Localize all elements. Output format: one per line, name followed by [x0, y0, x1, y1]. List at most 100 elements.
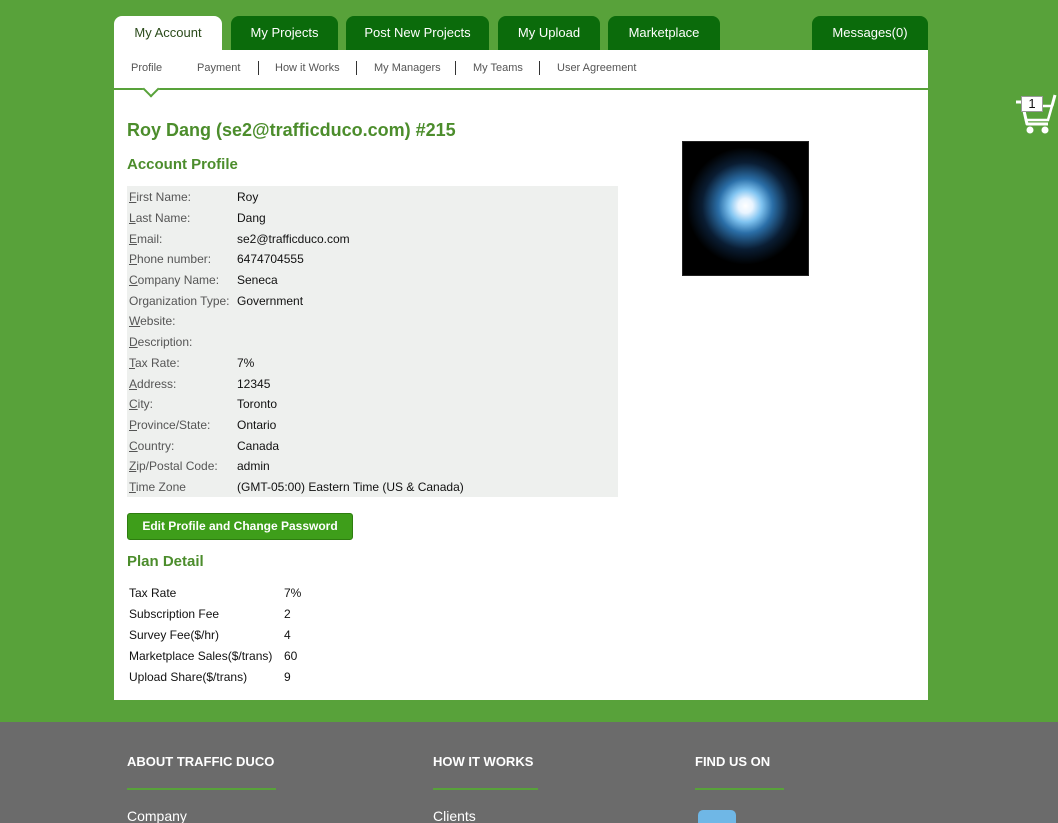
profile-label: Province/State: [127, 418, 237, 432]
profile-row: Organization Type: Government [127, 290, 618, 311]
profile-value: Canada [237, 438, 280, 453]
profile-label-text: ebsite: [140, 314, 176, 329]
tab-my-projects[interactable]: My Projects [231, 16, 338, 50]
content-panel: Profile Payment How it Works My Managers… [114, 50, 928, 700]
subnav-separator [356, 61, 357, 75]
profile-label: Company Name: [127, 273, 237, 287]
plan-row: Tax Rate 7% [129, 583, 301, 604]
profile-label-accesskey: C [129, 438, 138, 453]
profile-label-text: irst Name: [136, 190, 192, 205]
profile-label-accesskey: E [129, 231, 138, 246]
footer-find-title: FIND US ON [695, 754, 771, 769]
profile-label: Description: [127, 335, 237, 349]
plan-row: Subscription Fee 2 [129, 604, 301, 625]
profile-label: City: [127, 397, 237, 411]
subnav-separator [258, 61, 259, 75]
profile-row: Zip/Postal Code: admin [127, 456, 618, 477]
tab-my-account[interactable]: My Account [114, 16, 222, 50]
plan-label: Subscription Fee [129, 607, 220, 622]
avatar-image [685, 144, 806, 273]
profile-label-text: hone number: [137, 252, 212, 267]
profile-label: Website: [127, 314, 237, 328]
plan-label: Survey Fee($/hr) [129, 627, 220, 642]
social-icon[interactable] [698, 810, 736, 823]
subnav-payment[interactable]: Payment [197, 62, 240, 74]
profile-label-text: Organization Type: [129, 293, 230, 308]
profile-label-accesskey: W [129, 314, 141, 329]
profile-row: Tax Rate: 7% [127, 353, 618, 374]
edit-profile-button[interactable]: Edit Profile and Change Password [127, 513, 353, 540]
subnav-my-teams[interactable]: My Teams [473, 62, 523, 74]
account-profile-heading: Account Profile [127, 156, 238, 173]
profile-label-text: rovince/State: [137, 417, 211, 432]
profile-label-text: ompany Name: [137, 273, 220, 288]
tab-marketplace[interactable]: Marketplace [608, 16, 720, 50]
profile-label: Country: [127, 439, 237, 453]
profile-value: se2@trafficduco.com [237, 231, 350, 246]
footer-divider [433, 788, 538, 790]
profile-label-accesskey: A [129, 376, 138, 391]
profile-label: Address: [127, 377, 237, 391]
plan-value: 2 [284, 607, 291, 622]
plan-value: 4 [284, 627, 291, 642]
plan-row: Upload Share($/trans) 9 [129, 666, 301, 687]
profile-row: Address: 12345 [127, 373, 618, 394]
profile-label-text: ast Name: [135, 211, 191, 226]
profile-label-text: ddress: [137, 376, 177, 391]
plan-value: 7% [284, 586, 302, 601]
tab-my-upload[interactable]: My Upload [498, 16, 600, 50]
subnav-separator [455, 61, 456, 75]
footer-divider [127, 788, 276, 790]
profile-avatar [682, 141, 809, 276]
profile-label: Last Name: [127, 211, 237, 225]
profile-label-accesskey: C [129, 273, 138, 288]
profile-label-text: ity: [137, 397, 154, 412]
plan-label: Upload Share($/trans) [129, 669, 248, 684]
plan-value: 60 [284, 648, 298, 663]
profile-value: Toronto [237, 397, 278, 412]
footer-how-title: HOW IT WORKS [433, 754, 534, 769]
footer-divider [695, 788, 784, 790]
plan-table: Tax Rate 7% Subscription Fee 2 Survey Fee($/… [129, 583, 301, 687]
profile-row: Country: Canada [127, 435, 618, 456]
shopping-cart-icon[interactable]: 1 [1012, 92, 1058, 136]
profile-label-text: escription: [137, 335, 193, 350]
profile-label-text: ax Rate: [135, 355, 180, 370]
profile-row: Phone number: 6474704555 [127, 249, 618, 270]
profile-table: First Name: Roy Last Name: Dang Email: se2@tr… [127, 186, 618, 498]
plan-value: 9 [284, 669, 291, 684]
profile-value: 7% [237, 355, 255, 370]
profile-row: City: Toronto [127, 394, 618, 415]
subnav-profile[interactable]: Profile [131, 62, 162, 74]
profile-value: Dang [237, 211, 266, 226]
plan-label: Tax Rate [129, 586, 177, 601]
footer-link-company[interactable]: Company [127, 808, 187, 823]
profile-value: Roy [237, 190, 259, 205]
profile-value: (GMT-05:00) Eastern Time (US & Canada) [237, 479, 464, 494]
profile-row: Email: se2@trafficduco.com [127, 228, 618, 249]
sub-navigation: Profile Payment How it Works My Managers… [114, 50, 928, 98]
profile-value: Government [237, 293, 304, 308]
plan-row: Marketplace Sales($/trans) 60 [129, 645, 301, 666]
tab-messages[interactable]: Messages(0) [812, 16, 928, 50]
profile-label-text: ip/Postal Code: [136, 459, 218, 474]
profile-row: Province/State: Ontario [127, 415, 618, 436]
profile-label: Time Zone [127, 480, 237, 494]
profile-row: Last Name: Dang [127, 208, 618, 229]
profile-label: Organization Type: [127, 294, 237, 308]
footer-about-title: ABOUT TRAFFIC DUCO [127, 754, 275, 769]
profile-row: Website: [127, 311, 618, 332]
subnav-how-it-works[interactable]: How it Works [275, 62, 340, 74]
profile-label-accesskey: L [129, 211, 136, 226]
profile-label: First Name: [127, 190, 237, 204]
subnav-my-managers[interactable]: My Managers [374, 62, 441, 74]
profile-label: Zip/Postal Code: [127, 459, 237, 473]
profile-label-text: ountry: [137, 438, 175, 453]
profile-label-text: ime Zone [135, 479, 186, 494]
page-title: Roy Dang (se2@trafficduco.com) #215 [127, 120, 456, 140]
footer-link-clients[interactable]: Clients [433, 808, 476, 823]
tab-post-new-projects[interactable]: Post New Projects [346, 16, 489, 50]
profile-row: Time Zone (GMT-05:00) Eastern Time (US & … [127, 477, 618, 498]
active-caret [142, 80, 160, 98]
subnav-user-agreement[interactable]: User Agreement [557, 62, 636, 74]
